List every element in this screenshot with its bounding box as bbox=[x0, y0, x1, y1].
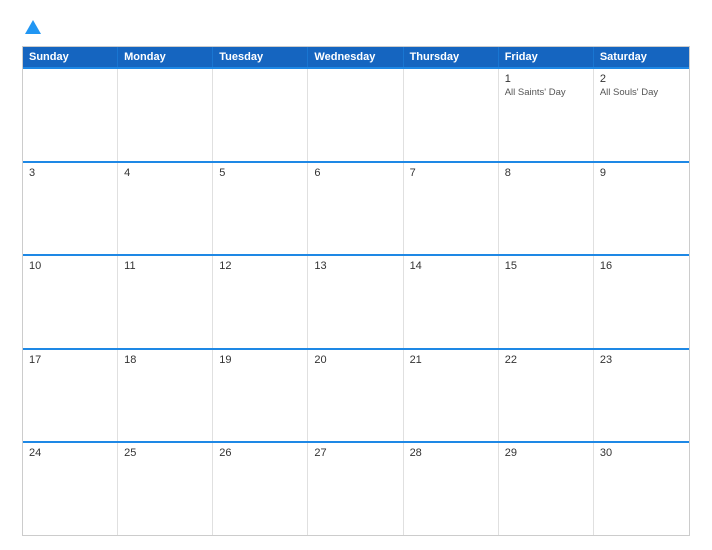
day-header-wednesday: Wednesday bbox=[308, 47, 403, 67]
cell-date: 21 bbox=[410, 354, 492, 366]
calendar-grid: SundayMondayTuesdayWednesdayThursdayFrid… bbox=[22, 46, 690, 536]
cell-date: 28 bbox=[410, 447, 492, 459]
cal-week-3: 17 18 19 20 21 22 23 bbox=[23, 348, 689, 442]
cal-cell: 30 bbox=[594, 443, 689, 535]
cell-date: 6 bbox=[314, 167, 396, 179]
cal-cell bbox=[213, 69, 308, 161]
day-header-thursday: Thursday bbox=[404, 47, 499, 67]
cal-cell bbox=[404, 69, 499, 161]
cell-event: All Souls' Day bbox=[600, 87, 683, 99]
day-header-sunday: Sunday bbox=[23, 47, 118, 67]
header bbox=[22, 18, 690, 36]
cal-cell bbox=[118, 69, 213, 161]
day-header-monday: Monday bbox=[118, 47, 213, 67]
cal-cell: 14 bbox=[404, 256, 499, 348]
cal-cell: 25 bbox=[118, 443, 213, 535]
cal-week-4: 24 25 26 27 28 29 30 bbox=[23, 441, 689, 535]
cell-event: All Saints' Day bbox=[505, 87, 587, 99]
cal-cell: 23 bbox=[594, 350, 689, 442]
cell-date: 26 bbox=[219, 447, 301, 459]
cell-date: 4 bbox=[124, 167, 206, 179]
cell-date: 5 bbox=[219, 167, 301, 179]
cal-cell: 26 bbox=[213, 443, 308, 535]
cal-cell: 28 bbox=[404, 443, 499, 535]
cal-week-0: 1 All Saints' Day 2 All Souls' Day bbox=[23, 67, 689, 161]
cal-cell: 4 bbox=[118, 163, 213, 255]
cell-date: 12 bbox=[219, 260, 301, 272]
day-header-saturday: Saturday bbox=[594, 47, 689, 67]
cal-cell: 15 bbox=[499, 256, 594, 348]
day-header-tuesday: Tuesday bbox=[213, 47, 308, 67]
cell-date: 25 bbox=[124, 447, 206, 459]
cell-date: 17 bbox=[29, 354, 111, 366]
cal-cell: 18 bbox=[118, 350, 213, 442]
cell-date: 19 bbox=[219, 354, 301, 366]
cal-cell: 10 bbox=[23, 256, 118, 348]
cell-date: 8 bbox=[505, 167, 587, 179]
calendar-body: 1 All Saints' Day 2 All Souls' Day 3 4 5 6 7 8 9 10… bbox=[23, 67, 689, 535]
cal-cell: 9 bbox=[594, 163, 689, 255]
cal-cell: 5 bbox=[213, 163, 308, 255]
cal-week-2: 10 11 12 13 14 15 16 bbox=[23, 254, 689, 348]
logo-triangle-icon bbox=[24, 18, 42, 36]
cell-date: 1 bbox=[505, 73, 587, 85]
cell-date: 3 bbox=[29, 167, 111, 179]
cell-date: 29 bbox=[505, 447, 587, 459]
cal-cell: 27 bbox=[308, 443, 403, 535]
cell-date: 13 bbox=[314, 260, 396, 272]
cal-cell bbox=[23, 69, 118, 161]
day-headers-row: SundayMondayTuesdayWednesdayThursdayFrid… bbox=[23, 47, 689, 67]
cell-date: 7 bbox=[410, 167, 492, 179]
cal-cell: 11 bbox=[118, 256, 213, 348]
cell-date: 22 bbox=[505, 354, 587, 366]
cal-cell: 24 bbox=[23, 443, 118, 535]
cal-cell: 19 bbox=[213, 350, 308, 442]
logo bbox=[22, 18, 42, 36]
cell-date: 27 bbox=[314, 447, 396, 459]
cal-cell: 13 bbox=[308, 256, 403, 348]
cell-date: 15 bbox=[505, 260, 587, 272]
cal-cell: 22 bbox=[499, 350, 594, 442]
cal-cell: 6 bbox=[308, 163, 403, 255]
cal-cell: 7 bbox=[404, 163, 499, 255]
cal-cell: 1 All Saints' Day bbox=[499, 69, 594, 161]
cal-cell bbox=[308, 69, 403, 161]
cell-date: 16 bbox=[600, 260, 683, 272]
cal-cell: 29 bbox=[499, 443, 594, 535]
cal-week-1: 3 4 5 6 7 8 9 bbox=[23, 161, 689, 255]
cal-cell: 12 bbox=[213, 256, 308, 348]
cal-cell: 21 bbox=[404, 350, 499, 442]
day-header-friday: Friday bbox=[499, 47, 594, 67]
cal-cell: 17 bbox=[23, 350, 118, 442]
calendar-page: SundayMondayTuesdayWednesdayThursdayFrid… bbox=[0, 0, 712, 550]
cell-date: 24 bbox=[29, 447, 111, 459]
cell-date: 30 bbox=[600, 447, 683, 459]
cell-date: 18 bbox=[124, 354, 206, 366]
cal-cell: 20 bbox=[308, 350, 403, 442]
cell-date: 9 bbox=[600, 167, 683, 179]
cal-cell: 3 bbox=[23, 163, 118, 255]
cal-cell: 2 All Souls' Day bbox=[594, 69, 689, 161]
cell-date: 23 bbox=[600, 354, 683, 366]
cal-cell: 8 bbox=[499, 163, 594, 255]
cell-date: 14 bbox=[410, 260, 492, 272]
cell-date: 20 bbox=[314, 354, 396, 366]
cal-cell: 16 bbox=[594, 256, 689, 348]
cell-date: 11 bbox=[124, 260, 206, 272]
cell-date: 2 bbox=[600, 73, 683, 85]
cell-date: 10 bbox=[29, 260, 111, 272]
